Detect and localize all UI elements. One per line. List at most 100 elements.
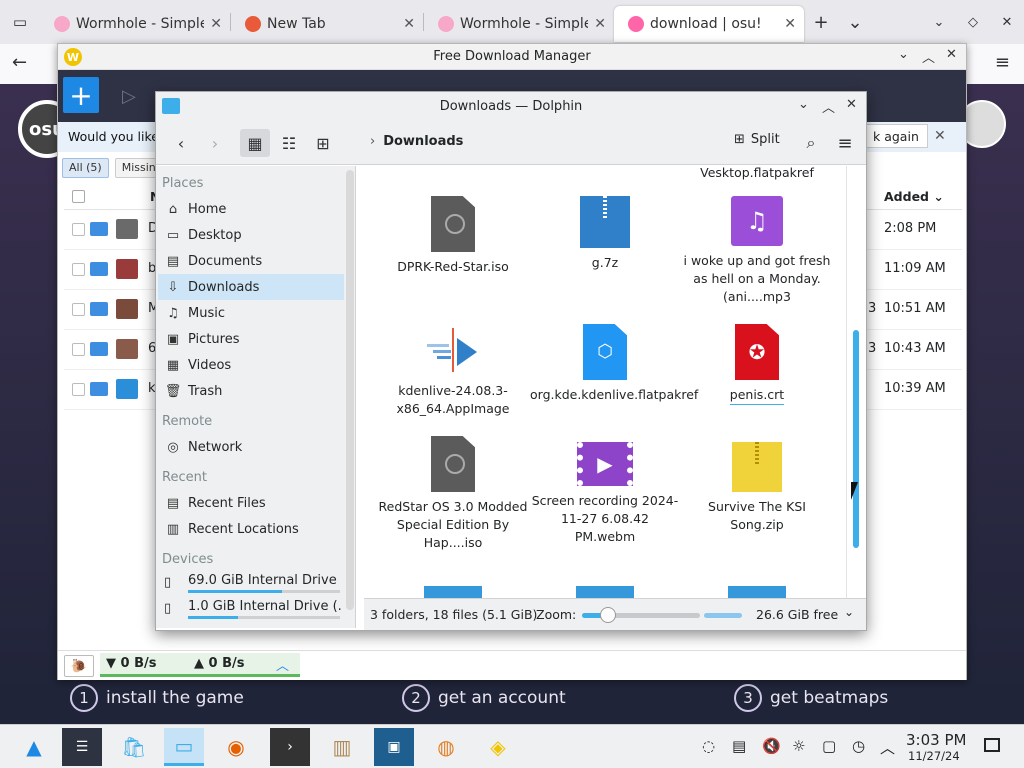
chevron-down-icon[interactable]: ⌄: [844, 605, 854, 619]
row-checkbox[interactable]: [72, 223, 85, 236]
close-icon[interactable]: ✕: [846, 97, 857, 112]
folder-icon[interactable]: [90, 302, 108, 316]
close-icon[interactable]: ✕: [946, 47, 957, 62]
forward-arrow-icon[interactable]: ›: [202, 129, 228, 157]
places-item-recent-locations[interactable]: ▥ Recent Locations: [158, 516, 344, 542]
terminal-icon[interactable]: ›: [270, 728, 310, 766]
minimize-window-icon[interactable]: ⌄: [922, 0, 956, 44]
scrollbar-thumb[interactable]: [853, 330, 859, 548]
updates-icon[interactable]: ◷: [852, 737, 865, 755]
firefox-icon[interactable]: ◉: [216, 728, 256, 766]
places-item-music[interactable]: ♫ Music: [158, 300, 344, 326]
row-checkbox[interactable]: [72, 383, 85, 396]
tab-wormhole-1[interactable]: Wormhole - Simple, p ✕: [40, 6, 230, 42]
vm-manager-icon[interactable]: ▣: [374, 728, 414, 766]
file-item-kdenlive-appimage[interactable]: kdenlive-24.08.3-x86_64.AppImage: [378, 324, 528, 418]
back-arrow-icon[interactable]: ←: [12, 52, 27, 73]
maximize-icon[interactable]: ︿: [822, 97, 835, 116]
device-internal-drive-2[interactable]: ▯ 1.0 GiB Internal Drive (...: [158, 596, 344, 622]
dolphin-taskbar-icon[interactable]: ▭: [164, 728, 204, 766]
folder-icon[interactable]: [90, 382, 108, 396]
free-space-text[interactable]: 26.6 GiB free: [756, 607, 838, 622]
file-item-redstar-iso[interactable]: RedStar OS 3.0 Modded Special Edition By…: [378, 436, 528, 552]
compact-view-icon[interactable]: ☷: [274, 129, 304, 157]
fdm-titlebar[interactable]: W Free Download Manager ⌄ ︿ ✕: [58, 44, 966, 70]
file-item-crt[interactable]: ✪ penis.crt: [682, 324, 832, 405]
column-added-header[interactable]: Added ⌄: [884, 189, 944, 204]
volume-muted-icon[interactable]: 🔇: [762, 737, 781, 755]
zoom-slider-handle[interactable]: [599, 607, 616, 623]
file-item-dprk-iso[interactable]: DPRK-Red-Star.iso: [378, 196, 528, 276]
new-tab-button[interactable]: +: [804, 0, 838, 44]
minimize-icon[interactable]: ⌄: [798, 97, 809, 112]
tray-expand-icon[interactable]: ︿: [880, 737, 895, 758]
clock-date[interactable]: 11/27/24: [908, 749, 960, 763]
breadcrumb[interactable]: › Downloads: [370, 134, 463, 149]
resume-icon[interactable]: ▷: [122, 86, 136, 107]
close-banner-icon[interactable]: ✕: [934, 128, 946, 144]
archive-manager-icon[interactable]: ▥: [322, 728, 362, 766]
tab-new-tab[interactable]: New Tab ✕: [231, 6, 423, 42]
storage-icon[interactable]: ▢: [822, 737, 836, 755]
row-checkbox[interactable]: [72, 303, 85, 316]
maximize-window-icon[interactable]: ◇: [956, 0, 990, 44]
device-internal-drive-1[interactable]: ▯ 69.0 GiB Internal Drive ...: [158, 570, 344, 596]
speed-indicator[interactable]: ▼ 0 B/s ▲ 0 B/s ︿: [100, 653, 300, 677]
partial-file-icon[interactable]: [576, 586, 634, 598]
close-tab-icon[interactable]: ✕: [594, 16, 606, 32]
tab-overview-icon[interactable]: ▭: [0, 0, 40, 44]
folder-icon[interactable]: [90, 262, 108, 276]
places-item-downloads[interactable]: ⇩ Downloads: [158, 274, 344, 300]
partial-file-icon[interactable]: [728, 586, 786, 598]
icons-view-icon[interactable]: ▦: [240, 129, 270, 157]
close-window-icon[interactable]: ✕: [990, 0, 1024, 44]
hamburger-menu-icon[interactable]: ≡: [995, 52, 1010, 73]
clock-time[interactable]: 3:03 PM: [906, 731, 966, 749]
partial-file-icon[interactable]: [424, 586, 482, 598]
add-download-button[interactable]: +: [63, 77, 99, 113]
ask-again-button[interactable]: k again: [864, 124, 928, 148]
discover-store-icon[interactable]: 🛍: [114, 728, 154, 766]
row-checkbox[interactable]: [72, 263, 85, 276]
places-scrollbar[interactable]: [346, 170, 354, 610]
places-item-desktop[interactable]: ▭ Desktop: [158, 222, 344, 248]
zoom-slider[interactable]: [582, 607, 700, 623]
close-tab-icon[interactable]: ✕: [403, 16, 415, 32]
blender-icon[interactable]: ◍: [426, 728, 466, 766]
fdm-taskbar-icon[interactable]: ◈: [478, 728, 518, 766]
places-item-videos[interactable]: ▦ Videos: [158, 352, 344, 378]
tab-list-button[interactable]: ⌄: [838, 0, 872, 44]
filter-all[interactable]: All (5): [62, 158, 109, 178]
details-view-icon[interactable]: ⊞: [308, 129, 338, 157]
file-item-vesktop[interactable]: Vesktop.flatpakref: [682, 166, 832, 182]
hamburger-menu-icon[interactable]: ≡: [832, 129, 858, 157]
back-arrow-icon[interactable]: ‹: [168, 129, 194, 157]
close-tab-icon[interactable]: ✕: [784, 16, 796, 32]
folder-icon[interactable]: [90, 222, 108, 236]
places-item-documents[interactable]: ▤ Documents: [158, 248, 344, 274]
file-item-screen-recording[interactable]: ▶ Screen recording 2024-11-27 6.08.42 PM…: [530, 436, 680, 546]
minimize-icon[interactable]: ⌄: [898, 47, 909, 62]
system-settings-icon[interactable]: ☰: [62, 728, 102, 766]
tab-osu-download[interactable]: download | osu! ✕: [614, 6, 804, 42]
places-item-home[interactable]: ⌂ Home: [158, 196, 344, 222]
split-button[interactable]: ⊞ Split: [734, 132, 780, 147]
file-item-mp3[interactable]: ♫ i woke up and got fresh as hell on a M…: [682, 196, 832, 306]
clipboard-icon[interactable]: ▤: [732, 737, 746, 755]
dolphin-titlebar[interactable]: Downloads — Dolphin ⌄ ︿ ✕: [156, 92, 866, 121]
show-desktop-icon[interactable]: [984, 738, 1000, 752]
file-item-kdenlive-flatpakref[interactable]: ⬡ org.kde.kdenlive.flatpakref: [530, 324, 698, 404]
places-item-trash[interactable]: 🗑 Trash: [158, 378, 344, 404]
search-icon[interactable]: ⌕: [798, 129, 824, 157]
speed-limit-snail-icon[interactable]: 🐌: [64, 655, 94, 677]
brightness-icon[interactable]: ☼: [792, 737, 805, 755]
row-checkbox[interactable]: [72, 343, 85, 356]
maximize-icon[interactable]: ︿: [922, 47, 935, 66]
app-launcher-icon[interactable]: ▲: [14, 728, 54, 766]
tray-app-icon[interactable]: ◌: [702, 737, 715, 755]
chevron-up-icon[interactable]: ︿: [276, 655, 289, 674]
file-item-ksi-zip[interactable]: Survive The KSI Song.zip: [682, 436, 832, 534]
folder-icon[interactable]: [90, 342, 108, 356]
file-item-g7z[interactable]: g.7z: [530, 196, 680, 272]
file-view-scrollbar[interactable]: [846, 166, 864, 598]
